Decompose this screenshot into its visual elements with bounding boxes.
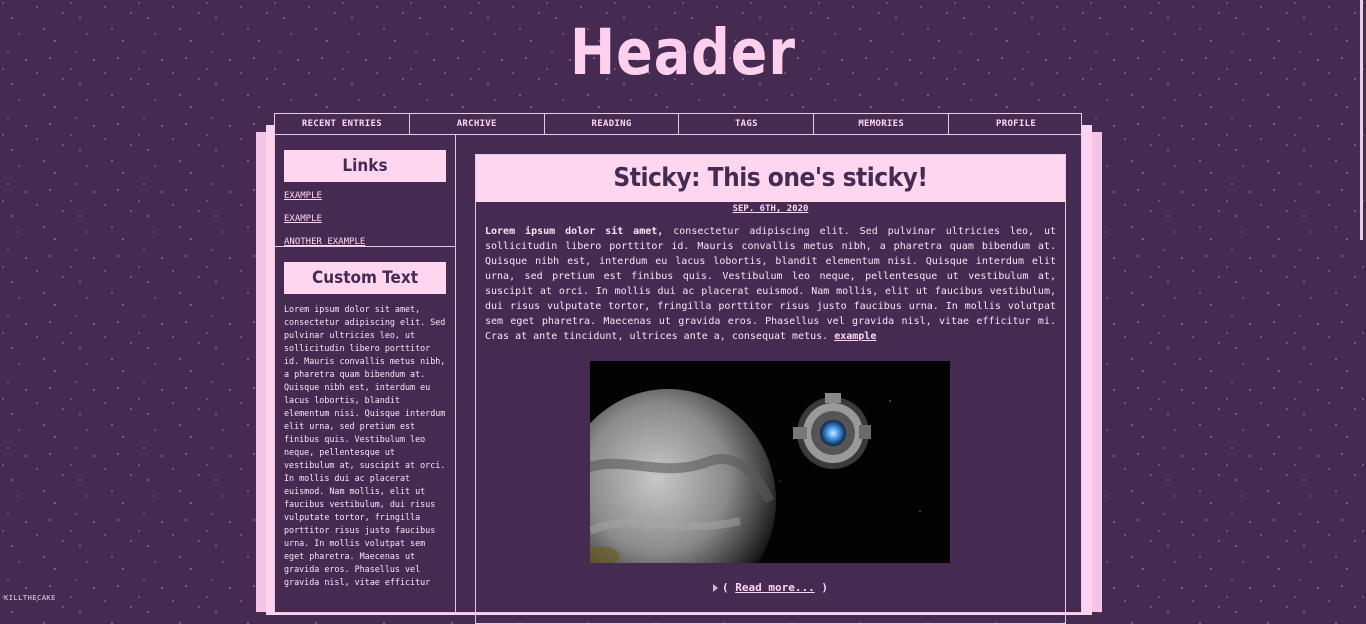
links-section: Links EXAMPLE EXAMPLE ANOTHER EXAMPLE <box>275 135 455 247</box>
nav-archive[interactable]: ARCHIVE <box>410 114 545 134</box>
custom-text-section: Custom Text Lorem ipsum dolor sit amet, … <box>275 247 455 599</box>
entry: Sticky: This one's sticky! SEP. 6TH, 202… <box>475 154 1066 624</box>
sidebar: Links EXAMPLE EXAMPLE ANOTHER EXAMPLE Cu… <box>275 135 456 615</box>
entry-lead: Lorem ipsum dolor sit amet, <box>485 226 664 237</box>
disclosure-triangle-icon[interactable] <box>713 584 718 592</box>
nav-recent-entries[interactable]: RECENT ENTRIES <box>275 114 410 134</box>
sidebar-link-example-1[interactable]: EXAMPLE <box>284 191 446 201</box>
read-more-row: ( Read more... ) <box>476 581 1065 594</box>
entry-title: Sticky: This one's sticky! <box>476 155 1065 202</box>
read-more-link[interactable]: Read more... <box>735 581 814 594</box>
main-content: Sticky: This one's sticky! SEP. 6TH, 202… <box>456 135 1083 624</box>
read-more-open-paren: ( <box>722 581 736 594</box>
entry-body: Lorem ipsum dolor sit amet, consectetur … <box>476 214 1065 344</box>
sidebar-link-another-example[interactable]: ANOTHER EXAMPLE <box>284 237 446 247</box>
nav-reading[interactable]: READING <box>545 114 680 134</box>
nav-tags[interactable]: TAGS <box>679 114 815 134</box>
navigation-bar: RECENT ENTRIES ARCHIVE READING TAGS MEMO… <box>275 114 1083 135</box>
custom-text-body: Lorem ipsum dolor sit amet, consectetur … <box>284 304 446 587</box>
entry-image <box>590 361 950 563</box>
read-more-close-paren: ) <box>814 581 828 594</box>
links-heading: Links <box>284 150 446 182</box>
nav-memories[interactable]: MEMORIES <box>814 114 950 134</box>
entry-example-link[interactable]: example <box>834 331 876 342</box>
page-header-title: Header <box>569 16 797 90</box>
nav-profile[interactable]: PROFILE <box>949 114 1083 134</box>
entry-date[interactable]: SEP. 6TH, 2020 <box>476 204 1065 214</box>
entry-text: consectetur adipiscing elit. Sed pulvina… <box>485 226 1056 342</box>
sidebar-link-example-2[interactable]: EXAMPLE <box>284 214 446 224</box>
layout-frame: RECENT ENTRIES ARCHIVE READING TAGS MEMO… <box>274 113 1083 624</box>
custom-text-heading: Custom Text <box>284 262 446 294</box>
scrollbar[interactable] <box>1360 0 1363 240</box>
watermark-text: KILLTHECAKE <box>4 594 56 602</box>
